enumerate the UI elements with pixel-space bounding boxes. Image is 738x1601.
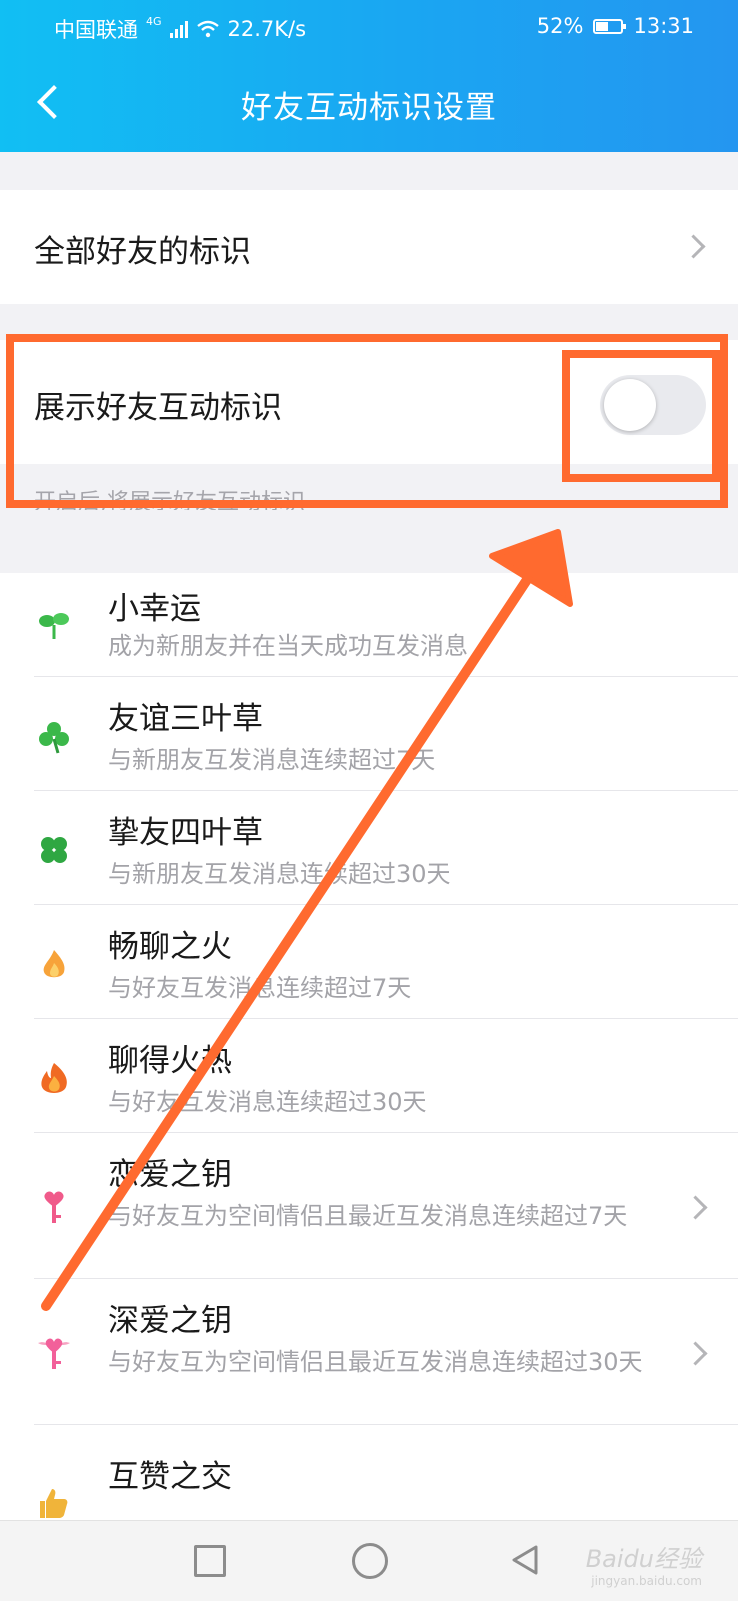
annotation-arrow [41,529,573,1311]
